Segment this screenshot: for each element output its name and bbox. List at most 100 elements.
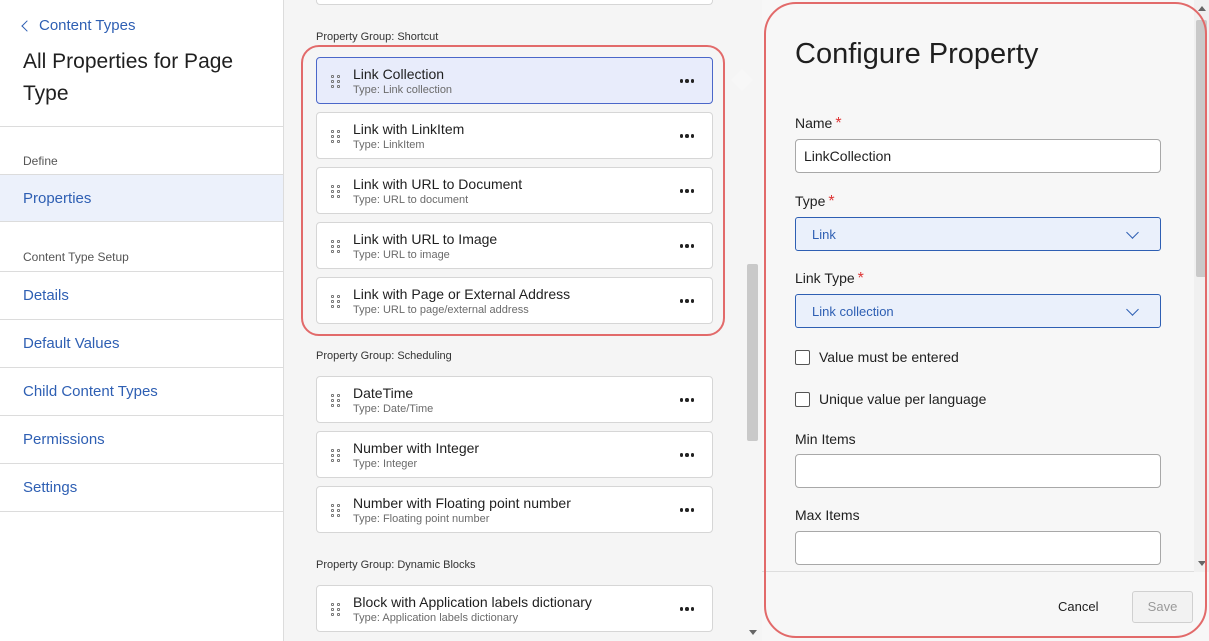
drag-handle-icon[interactable] <box>331 504 341 518</box>
chevron-left-icon <box>21 20 33 32</box>
save-button[interactable]: Save <box>1132 591 1193 623</box>
type-label: Type * <box>795 193 835 211</box>
unique-value-checkbox[interactable] <box>795 391 810 407</box>
value-required-label: Value must be entered <box>819 349 959 365</box>
more-options-icon[interactable] <box>679 244 694 248</box>
property-card[interactable]: Link with LinkItem Type: LinkItem <box>316 112 713 159</box>
more-options-icon[interactable] <box>679 508 694 512</box>
property-card[interactable]: DateTime Type: Date/Time <box>316 376 713 423</box>
property-name: Number with Integer <box>353 440 480 456</box>
value-required-checkbox-row[interactable]: Value must be entered <box>795 349 959 365</box>
required-marker: * <box>828 193 835 210</box>
name-label: Name * <box>795 115 842 133</box>
type-select-value: Link <box>812 227 836 242</box>
scroll-down-arrow-icon[interactable] <box>1198 561 1206 566</box>
value-required-checkbox[interactable] <box>795 349 810 365</box>
more-options-icon[interactable] <box>679 453 694 457</box>
drag-handle-icon[interactable] <box>331 295 341 309</box>
more-options-icon[interactable] <box>679 398 694 402</box>
back-link-label: Content Types <box>39 17 136 34</box>
more-options-icon[interactable] <box>679 134 694 138</box>
property-name: Number with Floating point number <box>353 495 571 511</box>
max-items-input[interactable] <box>795 531 1161 565</box>
property-card[interactable]: Link with Page or External Address Type:… <box>316 277 713 324</box>
panel-title: Configure Property <box>795 38 1039 70</box>
property-name: DateTime <box>353 385 414 401</box>
sidebar-item-settings[interactable]: Settings <box>0 464 283 512</box>
group-label: Property Group: Shortcut <box>316 31 439 43</box>
property-name: Link Collection <box>353 66 445 82</box>
unique-value-checkbox-row[interactable]: Unique value per language <box>795 391 986 407</box>
drag-handle-icon[interactable] <box>331 449 341 463</box>
sidebar-item-properties[interactable]: Properties <box>0 174 283 222</box>
panel-scrollbar[interactable] <box>1194 0 1209 572</box>
sidebar: Content Types All Properties for Page Ty… <box>0 0 284 641</box>
property-card[interactable]: Block with Application labels dictionary… <box>316 585 713 632</box>
min-items-input[interactable] <box>795 454 1161 488</box>
group-label: Property Group: Scheduling <box>316 350 452 362</box>
min-items-label: Min Items <box>795 431 856 447</box>
type-label-text: Type <box>795 193 826 209</box>
property-type: Type: Application labels dictionary <box>353 612 519 624</box>
property-list: Property Group: Shortcut Link Collection… <box>284 0 762 641</box>
property-card[interactable]: Number with Integer Type: Integer <box>316 431 713 478</box>
configure-property-panel: Configure Property Name* Type* Link Link… <box>762 0 1209 641</box>
more-options-icon[interactable] <box>679 79 694 83</box>
link-type-select[interactable]: Link collection <box>795 294 1161 328</box>
cancel-button[interactable]: Cancel <box>1058 599 1098 614</box>
divider <box>0 126 283 127</box>
name-input[interactable] <box>795 139 1161 173</box>
page-title: All Properties for Page Type <box>23 50 234 105</box>
property-card[interactable] <box>316 0 713 5</box>
property-name: Block with Application labels dictionary <box>353 594 592 610</box>
more-options-icon[interactable] <box>679 607 694 611</box>
property-type: Type: LinkItem <box>353 139 425 151</box>
sidebar-item-child-content-types[interactable]: Child Content Types <box>0 368 283 416</box>
property-name: Link with LinkItem <box>353 121 465 137</box>
property-name: Link with URL to Image <box>353 231 498 247</box>
property-card[interactable]: Link Collection Type: Link collection <box>316 57 713 104</box>
scrollbar-thumb[interactable] <box>747 264 758 441</box>
scroll-down-arrow-icon[interactable] <box>749 630 757 635</box>
drag-handle-icon[interactable] <box>331 185 341 199</box>
unique-value-label: Unique value per language <box>819 391 987 407</box>
more-options-icon[interactable] <box>679 299 694 303</box>
drag-handle-icon[interactable] <box>331 603 341 617</box>
link-type-label-text: Link Type <box>795 270 855 286</box>
drag-handle-icon[interactable] <box>331 75 341 89</box>
type-select[interactable]: Link <box>795 217 1161 251</box>
property-card[interactable]: Number with Floating point number Type: … <box>316 486 713 533</box>
property-type: Type: Link collection <box>353 84 453 96</box>
property-type: Type: URL to page/external address <box>353 304 529 316</box>
property-type: Type: Floating point number <box>353 513 490 525</box>
scroll-up-arrow-icon[interactable] <box>1198 6 1206 11</box>
property-card[interactable]: Link with URL to Document Type: URL to d… <box>316 167 713 214</box>
back-link-content-types[interactable]: Content Types <box>21 17 136 34</box>
chevron-down-icon <box>1126 226 1139 239</box>
chevron-down-icon <box>1126 303 1139 316</box>
name-label-text: Name <box>795 115 833 131</box>
property-card[interactable]: Link with URL to Image Type: URL to imag… <box>316 222 713 269</box>
property-type: Type: Integer <box>353 458 418 470</box>
group-label: Property Group: Dynamic Blocks <box>316 559 476 571</box>
required-marker: * <box>835 115 842 132</box>
link-type-select-value: Link collection <box>812 304 894 319</box>
scrollbar-thumb[interactable] <box>1196 20 1207 277</box>
sidebar-item-default-values[interactable]: Default Values <box>0 320 283 368</box>
drag-handle-icon[interactable] <box>331 394 341 408</box>
sidebar-item-permissions[interactable]: Permissions <box>0 416 283 464</box>
property-type: Type: URL to image <box>353 249 450 261</box>
sidebar-item-details[interactable]: Details <box>0 272 283 320</box>
drag-handle-icon[interactable] <box>331 240 341 254</box>
panel-footer: Cancel Save <box>762 571 1196 641</box>
property-name: Link with URL to Document <box>353 176 523 192</box>
property-type: Type: Date/Time <box>353 403 434 415</box>
max-items-label: Max Items <box>795 507 860 523</box>
property-name: Link with Page or External Address <box>353 286 571 302</box>
drag-handle-icon[interactable] <box>331 130 341 144</box>
section-define: Define <box>23 154 58 168</box>
list-scrollbar[interactable] <box>745 0 760 641</box>
section-content-type-setup: Content Type Setup <box>23 250 129 264</box>
property-type: Type: URL to document <box>353 194 469 206</box>
more-options-icon[interactable] <box>679 189 694 193</box>
